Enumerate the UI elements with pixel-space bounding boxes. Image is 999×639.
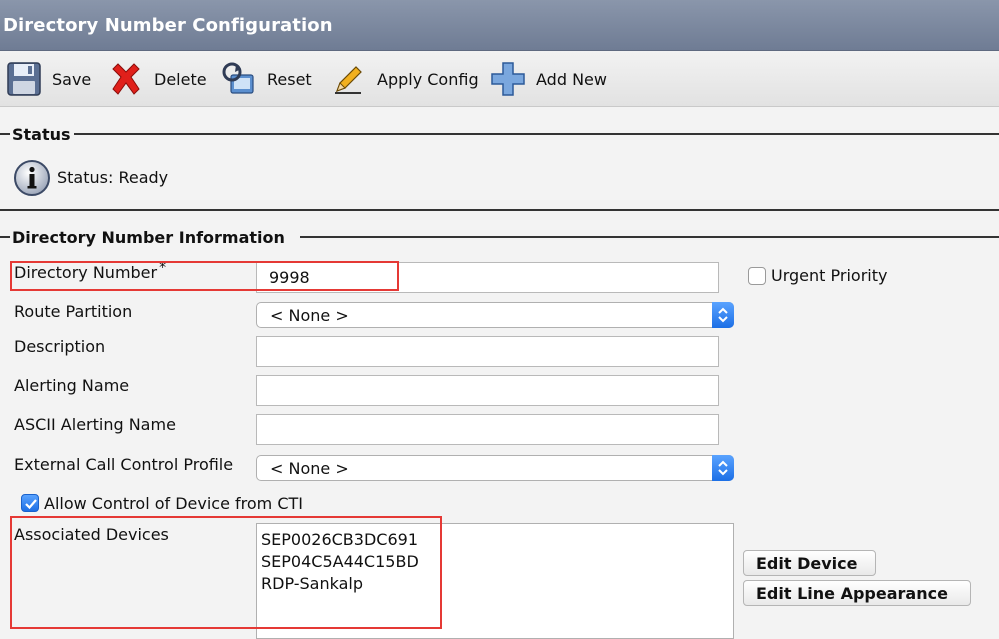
apply-config-label: Apply Config [377, 69, 479, 89]
checkmark-icon [25, 499, 37, 510]
description-input[interactable] [256, 336, 719, 367]
select-arrows-icon [712, 302, 734, 328]
delete-label: Delete [154, 69, 207, 89]
route-partition-select[interactable]: < None > [256, 302, 734, 328]
status-heading: Status [10, 125, 73, 144]
urgent-priority-label: Urgent Priority [771, 266, 888, 285]
reset-button[interactable]: Reset [221, 51, 312, 107]
save-button[interactable]: Save [6, 51, 91, 107]
highlight-associated-devices [10, 516, 442, 629]
dn-info-heading: Directory Number Information [10, 228, 287, 247]
apply-config-button[interactable]: Apply Config [331, 51, 479, 107]
add-new-button[interactable]: Add New [490, 51, 607, 107]
allow-cti-checkbox[interactable] [21, 494, 39, 512]
pencil-icon [335, 66, 362, 94]
status-divider-left [0, 133, 10, 135]
external-call-control-profile-label: External Call Control Profile [14, 455, 234, 474]
highlight-directory-number [10, 261, 399, 291]
section-divider [0, 209, 999, 211]
plus-icon [491, 62, 525, 96]
edit-line-appearance-button[interactable]: Edit Line Appearance [743, 580, 971, 606]
alerting-name-label: Alerting Name [14, 376, 130, 395]
page-title: Directory Number Configuration [3, 15, 333, 36]
add-new-label: Add New [536, 69, 607, 89]
dn-info-divider-left [0, 236, 10, 238]
allow-cti-label: Allow Control of Device from CTI [44, 494, 304, 513]
description-label: Description [14, 337, 106, 356]
urgent-priority-checkbox[interactable] [748, 267, 766, 285]
toolbar: Save Delete Reset Apply Config Add New [0, 51, 999, 107]
title-bar: Directory Number Configuration [0, 0, 999, 51]
save-label: Save [52, 69, 92, 89]
alerting-name-input[interactable] [256, 375, 719, 406]
reset-label: Reset [267, 69, 312, 89]
ascii-alerting-name-label: ASCII Alerting Name [14, 415, 176, 434]
delete-button[interactable]: Delete [108, 51, 207, 107]
reset-icon [222, 62, 254, 94]
status-text: Status: Ready [57, 168, 169, 187]
status-divider [74, 133, 999, 135]
route-partition-label: Route Partition [14, 302, 133, 321]
dn-info-divider [300, 236, 999, 238]
info-icon [14, 160, 50, 196]
external-call-control-profile-value: < None > [270, 459, 349, 478]
ascii-alerting-name-input[interactable] [256, 414, 719, 445]
route-partition-value: < None > [270, 306, 349, 325]
edit-device-button[interactable]: Edit Device [743, 550, 876, 576]
red-x-icon [112, 63, 140, 95]
external-call-control-profile-select[interactable]: < None > [256, 455, 734, 481]
floppy-disk-icon [7, 62, 41, 96]
select-arrows-icon [712, 455, 734, 481]
